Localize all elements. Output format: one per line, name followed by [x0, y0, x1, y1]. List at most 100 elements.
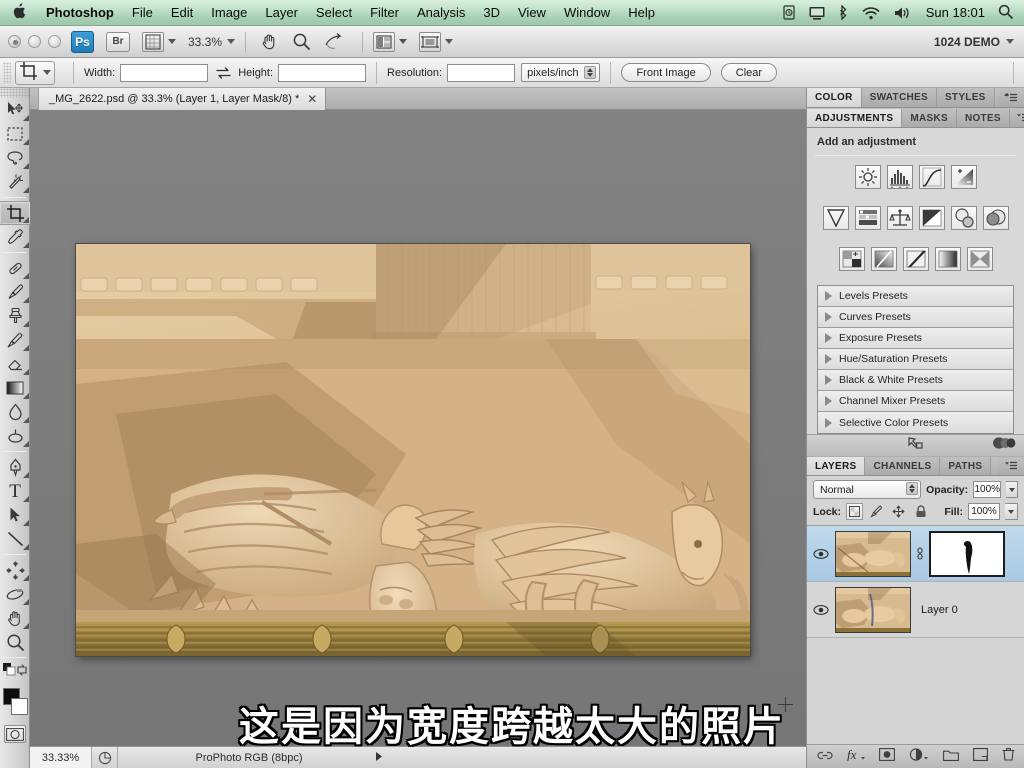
- crop-height-input[interactable]: [278, 63, 367, 82]
- volume-icon[interactable]: [887, 6, 918, 20]
- mask-link-icon[interactable]: [915, 546, 925, 561]
- selective-color-icon[interactable]: [966, 247, 993, 271]
- panel-menu-icon[interactable]: [998, 88, 1024, 107]
- tool-3d-rotate-tool[interactable]: [0, 558, 30, 582]
- close-icon[interactable]: ✕: [307, 92, 317, 106]
- delete-layer-icon[interactable]: [1002, 747, 1015, 766]
- canvas-image[interactable]: [76, 244, 750, 656]
- tool-lasso-tool[interactable]: [0, 146, 30, 170]
- channel-mixer-icon[interactable]: [982, 206, 1009, 230]
- launch-bridge-button[interactable]: Br: [106, 31, 130, 52]
- menu-item-file[interactable]: File: [123, 0, 162, 26]
- tab-swatches[interactable]: SWATCHES: [861, 88, 937, 107]
- time-machine-icon[interactable]: [776, 5, 802, 20]
- layer-name[interactable]: Layer 0: [915, 604, 958, 616]
- tab-paths[interactable]: PATHS: [940, 457, 992, 475]
- lock-position-icon[interactable]: [890, 503, 907, 520]
- hand-tool-icon[interactable]: [256, 31, 282, 53]
- toolbox-grip[interactable]: [0, 88, 29, 98]
- hue-saturation-icon[interactable]: [854, 206, 881, 230]
- preset-row-selective-color[interactable]: Selective Color Presets: [818, 412, 1013, 433]
- posterize-icon[interactable]: [870, 247, 897, 271]
- tab-masks[interactable]: MASKS: [902, 109, 957, 127]
- color-balance-icon[interactable]: [886, 206, 913, 230]
- tab-notes[interactable]: NOTES: [956, 109, 1010, 127]
- menu-item-filter[interactable]: Filter: [361, 0, 408, 26]
- menu-item-3d[interactable]: 3D: [474, 0, 509, 26]
- tool-eyedropper-tool[interactable]: [0, 225, 30, 249]
- menu-item-view[interactable]: View: [509, 0, 555, 26]
- tool-gradient-tool[interactable]: [0, 376, 30, 400]
- tool-path-selection-tool[interactable]: [0, 503, 30, 527]
- status-zoom-value[interactable]: 33.33%: [30, 747, 92, 768]
- display-icon[interactable]: [802, 6, 832, 20]
- layer-visibility-eye-icon[interactable]: [811, 604, 831, 616]
- tool-eraser-tool[interactable]: [0, 352, 30, 376]
- exposure-icon[interactable]: [950, 165, 977, 189]
- preset-row-channel-mixer[interactable]: Channel Mixer Presets: [818, 391, 1013, 412]
- quick-mask-icon[interactable]: [3, 725, 26, 743]
- fill-chevron-down-icon[interactable]: [1005, 503, 1018, 520]
- tool-horizontal-type-tool[interactable]: T: [0, 479, 30, 503]
- tab-channels[interactable]: CHANNELS: [865, 457, 941, 475]
- rotate-view-tool-icon[interactable]: [320, 31, 346, 53]
- workspace-switcher[interactable]: 1024 DEMO: [934, 35, 1024, 49]
- menu-item-select[interactable]: Select: [307, 0, 361, 26]
- curves-icon[interactable]: [918, 165, 945, 189]
- menu-item-window[interactable]: Window: [555, 0, 619, 26]
- lock-all-icon[interactable]: [912, 503, 929, 520]
- fill-value[interactable]: 100%: [968, 503, 1000, 520]
- layer-mask-thumbnail[interactable]: [929, 530, 1005, 577]
- blend-mode-select[interactable]: Normal: [813, 480, 922, 499]
- tool-magic-wand-tool[interactable]: [0, 170, 30, 194]
- tool-rectangular-marquee-tool[interactable]: [0, 122, 30, 146]
- menu-item-layer[interactable]: Layer: [256, 0, 307, 26]
- add-mask-icon[interactable]: [878, 747, 895, 766]
- default-colors-icon[interactable]: [3, 663, 16, 681]
- crop-width-input[interactable]: [120, 63, 209, 82]
- current-tool-preset-picker[interactable]: [15, 60, 55, 85]
- adjustments-panel-menu-icon[interactable]: [1009, 109, 1024, 127]
- levels-icon[interactable]: [886, 165, 913, 189]
- gradient-map-icon[interactable]: [934, 247, 961, 271]
- menubar-clock[interactable]: Sun 18:01: [918, 5, 993, 20]
- menu-item-image[interactable]: Image: [202, 0, 256, 26]
- lock-image-icon[interactable]: [868, 503, 885, 520]
- menu-app-name[interactable]: Photoshop: [37, 0, 123, 26]
- brightness-contrast-icon[interactable]: [854, 165, 881, 189]
- opacity-value[interactable]: 100%: [973, 481, 1002, 498]
- preset-row-levels[interactable]: Levels Presets: [818, 286, 1013, 307]
- tool-blur-tool[interactable]: [0, 400, 30, 424]
- new-group-icon[interactable]: [942, 748, 959, 766]
- options-bar-grip[interactable]: [3, 61, 11, 84]
- front-image-button[interactable]: Front Image: [621, 63, 711, 82]
- background-color-swatch[interactable]: [11, 698, 28, 715]
- tool-move-tool[interactable]: [0, 98, 30, 122]
- zoom-window-button[interactable]: [48, 35, 61, 48]
- layer-thumbnail[interactable]: [835, 530, 911, 577]
- zoom-tool-icon[interactable]: [288, 31, 314, 53]
- zoom-chevron-down-icon[interactable]: [227, 39, 236, 44]
- black-white-icon[interactable]: [918, 206, 945, 230]
- expand-view-icon[interactable]: [907, 436, 924, 455]
- layers-panel-menu-icon[interactable]: [998, 457, 1024, 475]
- tool-zoom-tool[interactable]: [0, 630, 30, 654]
- new-layer-icon[interactable]: [972, 747, 988, 766]
- opacity-chevron-down-icon[interactable]: [1006, 481, 1018, 498]
- tool-dodge-tool[interactable]: [0, 424, 30, 448]
- apple-logo-icon[interactable]: [0, 3, 37, 22]
- tool-history-brush-tool[interactable]: [0, 328, 30, 352]
- layer-thumbnail[interactable]: [835, 586, 911, 633]
- resolution-units-select[interactable]: pixels/inch: [521, 63, 601, 82]
- wifi-icon[interactable]: [855, 6, 887, 20]
- layer-style-fx-icon[interactable]: fx: [847, 747, 865, 766]
- document-tab[interactable]: _MG_2622.psd @ 33.3% (Layer 1, Layer Mas…: [38, 88, 327, 110]
- tool-spot-healing-brush-tool[interactable]: [0, 256, 30, 280]
- photo-filter-icon[interactable]: [950, 206, 977, 230]
- tab-styles[interactable]: STYLES: [936, 88, 995, 107]
- tab-color[interactable]: COLOR: [807, 88, 862, 107]
- view-extras-button[interactable]: [142, 31, 176, 52]
- status-menu-arrow-icon[interactable]: [374, 751, 384, 765]
- preset-row-black-white[interactable]: Black & White Presets: [818, 370, 1013, 391]
- bluetooth-icon[interactable]: [832, 5, 855, 20]
